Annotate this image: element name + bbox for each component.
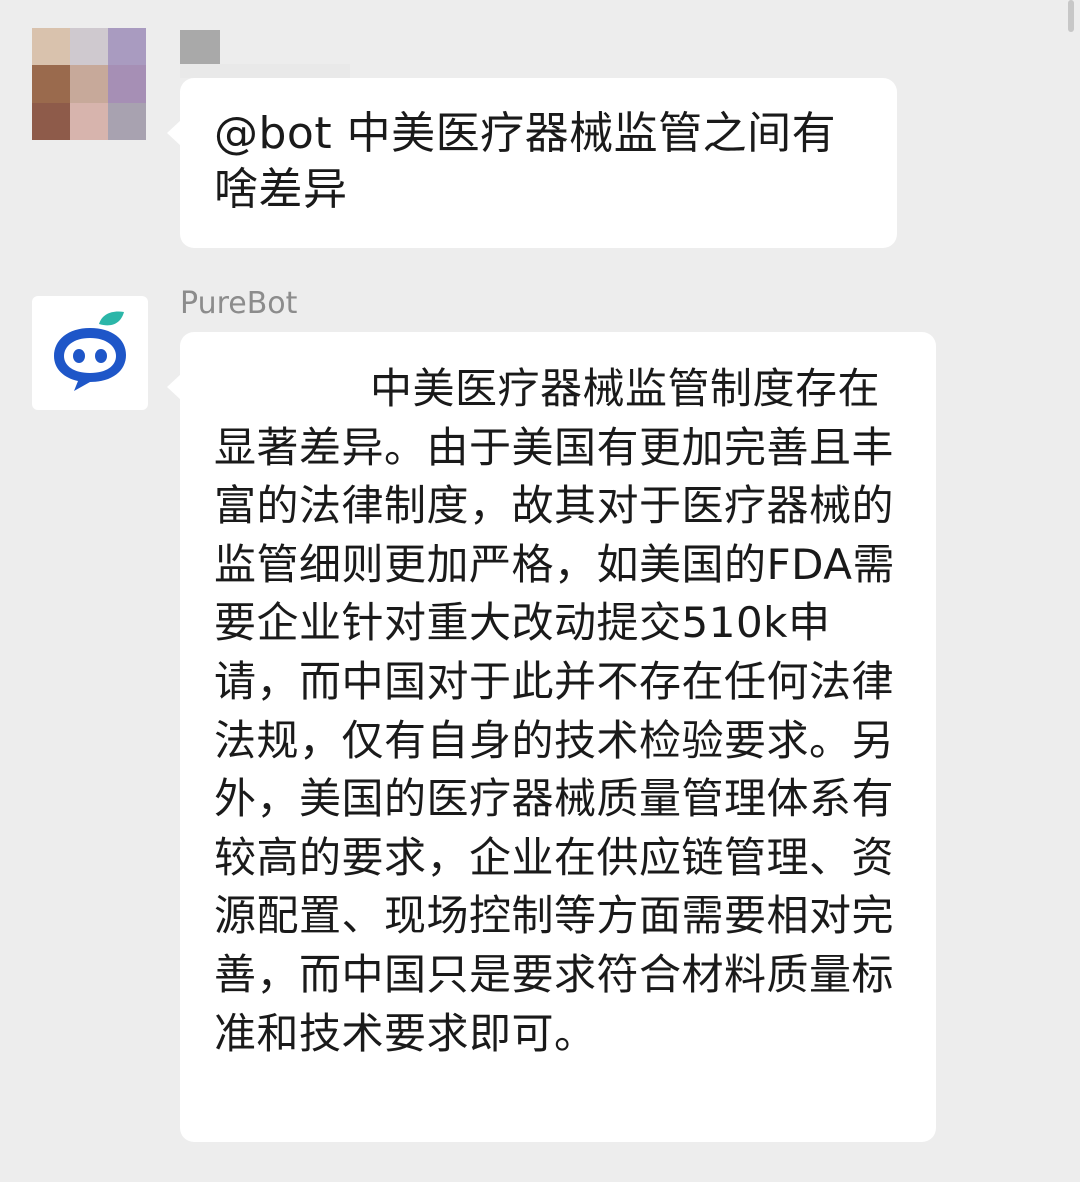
user-nickname-blurred: [180, 30, 220, 64]
user-message-text: @bot 中美医疗器械监管之间有啥差异: [214, 108, 837, 215]
avatar-pixel: [70, 28, 108, 66]
avatar-pixel: [70, 65, 108, 103]
user-nickname-blurred-tail: [180, 64, 350, 78]
bot-message-text: 中美医疗器械监管制度存在显著差异。由于美国有更加完善且丰富的法律制度，故其对于医…: [214, 364, 895, 1058]
avatar-pixel: [32, 102, 70, 140]
avatar-pixel: [108, 28, 146, 66]
purebot-logo-icon: [54, 311, 126, 391]
purebot-avatar[interactable]: [32, 296, 148, 410]
bot-message-bubble[interactable]: 中美医疗器械监管制度存在显著差异。由于美国有更加完善且丰富的法律制度，故其对于医…: [167, 332, 936, 1142]
avatar-pixel: [108, 65, 146, 103]
avatar-pixel: [32, 65, 70, 103]
user-message-bubble[interactable]: @bot 中美医疗器械监管之间有啥差异: [167, 78, 897, 248]
bot-nickname: PureBot: [180, 286, 298, 321]
avatar-pixel: [70, 102, 108, 140]
scrollbar[interactable]: [1068, 0, 1074, 32]
user-avatar[interactable]: [32, 28, 146, 140]
avatar-pixel: [32, 28, 70, 66]
avatar-pixel: [108, 102, 146, 140]
